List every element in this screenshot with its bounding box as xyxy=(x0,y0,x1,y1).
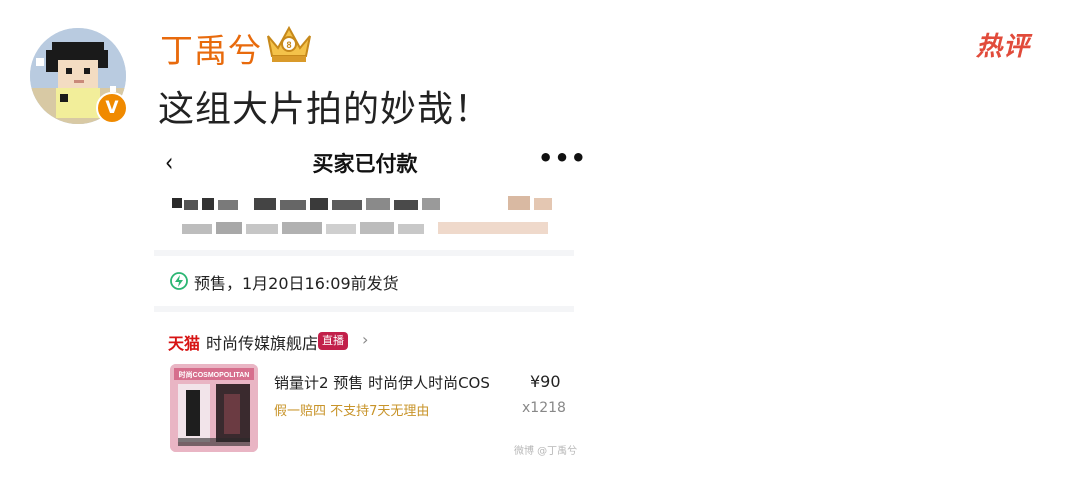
order-screenshot[interactable]: ‹ 买家已付款 ••• 预售，1月20日16:09前发货 天猫 时尚传媒旗舰店 … xyxy=(150,136,586,476)
magazine-cover-icon: 时尚COSMOPOLITAN xyxy=(170,364,258,452)
cover-title: 时尚COSMOPOLITAN xyxy=(179,370,250,379)
product-title[interactable]: 销量计2 预售 时尚伊人时尚COS xyxy=(274,372,490,393)
chevron-right-icon[interactable]: › xyxy=(362,330,368,349)
lightning-circle-icon xyxy=(170,272,188,290)
crown-icon: 8 xyxy=(267,25,311,62)
product-price: ¥90 xyxy=(530,372,561,391)
weibo-comment: V 丁禹兮 8 热评 这组大片拍的妙哉！ ‹ 买家已付款 ••• 预售，1月20… xyxy=(0,0,1080,486)
username[interactable]: 丁禹兮 xyxy=(160,24,262,72)
watermark: 微博 @丁禹兮 xyxy=(514,446,578,457)
mosaic-address-block xyxy=(172,196,552,234)
tmall-logo: 天猫 xyxy=(168,334,201,353)
product-tags: 假一赔四 不支持7天无理由 xyxy=(274,404,430,419)
order-status-title: 买家已付款 xyxy=(312,152,418,176)
verified-badge-icon: V xyxy=(96,92,128,124)
live-badge: 直播 xyxy=(318,332,348,350)
more-icon[interactable]: ••• xyxy=(538,144,587,172)
shipping-status: 预售，1月20日16:09前发货 xyxy=(194,274,399,293)
comment-text: 这组大片拍的妙哉！ xyxy=(158,89,492,130)
divider xyxy=(154,250,574,256)
store-name[interactable]: 时尚传媒旗舰店 xyxy=(206,330,318,354)
product-quantity: x1218 xyxy=(522,400,566,416)
hot-comment-badge: 热评 xyxy=(976,32,1031,62)
svg-text:8: 8 xyxy=(286,40,291,50)
product-image[interactable]: 时尚COSMOPOLITAN xyxy=(170,364,258,452)
divider xyxy=(154,306,574,312)
